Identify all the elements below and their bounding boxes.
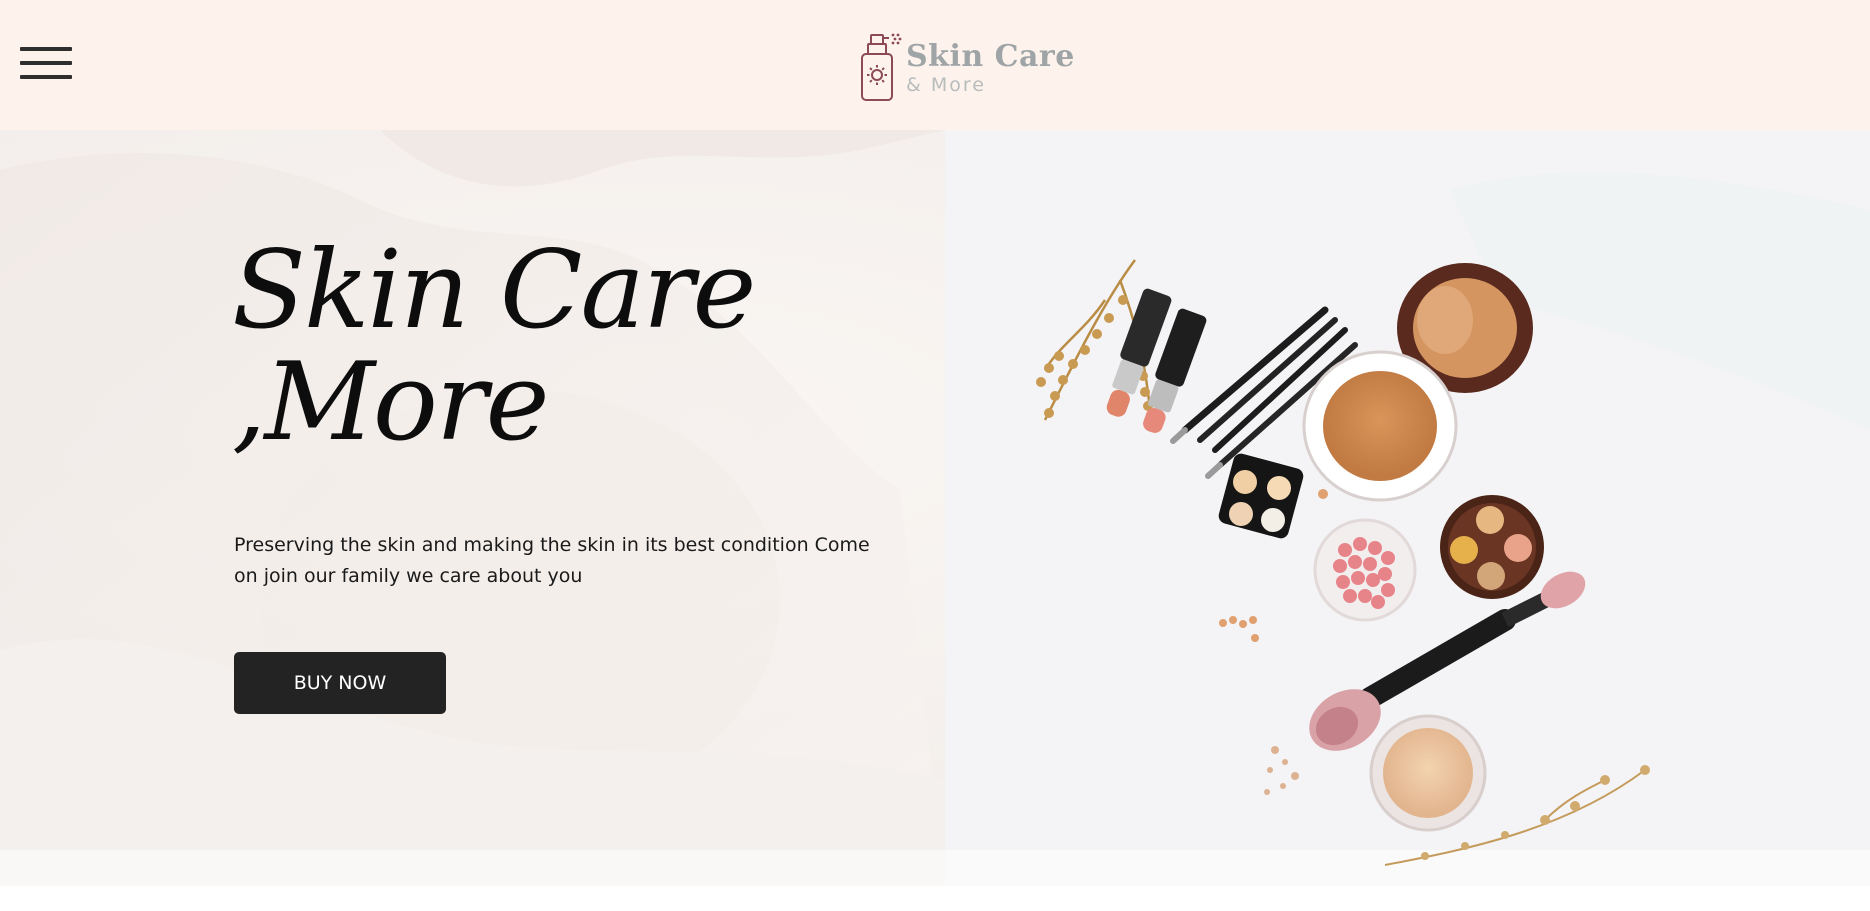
hero-title-line-2: ,More <box>232 340 549 465</box>
hero-section: Skin Care ,More Preserving the skin and … <box>0 130 1870 886</box>
buy-now-button[interactable]: BUY NOW <box>234 652 446 714</box>
hamburger-menu-icon[interactable] <box>20 45 72 81</box>
logo-subtitle: & More <box>906 74 986 96</box>
site-header: Skin Care & More <box>0 0 1870 130</box>
eyeshadow-palette <box>1218 453 1304 539</box>
hero-title: Skin Care ,More <box>232 235 852 459</box>
compact-powder <box>1302 263 1533 502</box>
lipstick <box>1106 288 1207 433</box>
blush-pearls <box>1313 518 1417 622</box>
hero-description: Preserving the skin and making the skin … <box>234 534 870 587</box>
shimmer-palette <box>1440 495 1544 599</box>
loose-powder <box>1264 714 1487 832</box>
logo-title: Skin Care <box>906 39 1075 74</box>
spray-bottle-icon <box>861 33 902 101</box>
hero-title-line-1: Skin Care <box>232 228 756 353</box>
brand-logo[interactable]: Skin Care & More <box>860 32 1080 101</box>
cosmetics-product-image <box>1036 259 1650 866</box>
